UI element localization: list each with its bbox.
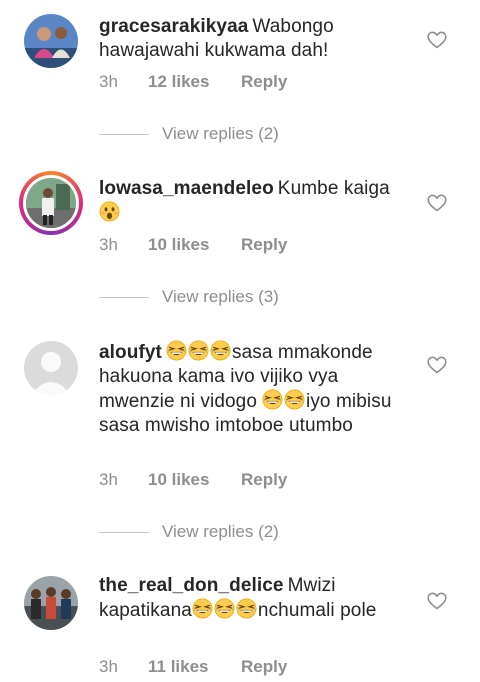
grinning-squinting-face-emoji-icon xyxy=(166,340,187,361)
comment-body-continued: nchumali pole xyxy=(257,600,377,621)
profile-photo-icon xyxy=(26,178,76,228)
like-heart-icon[interactable] xyxy=(427,356,447,374)
timestamp: 3h xyxy=(99,470,118,489)
grinning-squinting-face-emoji-icon xyxy=(262,389,283,410)
timestamp: 3h xyxy=(99,72,118,91)
reply-button[interactable]: Reply xyxy=(241,656,287,678)
grinning-squinting-face-emoji-icon xyxy=(214,598,235,619)
grinning-squinting-face-emoji-icon xyxy=(284,389,305,410)
astonished-face-emoji-icon xyxy=(99,201,120,222)
timestamp: 3h xyxy=(99,235,118,254)
reply-button[interactable]: Reply xyxy=(241,71,287,93)
grinning-squinting-face-emoji-icon xyxy=(236,598,257,619)
reply-button[interactable]: Reply xyxy=(241,469,287,491)
likes-count[interactable]: 12 likes xyxy=(148,71,209,93)
view-replies-label[interactable]: View replies (3) xyxy=(162,286,279,308)
avatar[interactable] xyxy=(24,576,78,630)
timestamp: 3h xyxy=(99,657,118,676)
default-avatar-icon xyxy=(24,341,78,395)
username[interactable]: the_real_don_delice xyxy=(99,575,284,596)
likes-count[interactable]: 10 likes xyxy=(148,469,209,491)
avatar-story-ring[interactable] xyxy=(19,171,83,235)
username[interactable]: aloufyt xyxy=(99,342,162,363)
profile-photo-icon xyxy=(24,14,78,68)
view-replies-label[interactable]: View replies (2) xyxy=(162,521,279,543)
grinning-squinting-face-emoji-icon xyxy=(188,340,209,361)
comment-text: lowasa_maendeleo Kumbe kaiga xyxy=(99,177,417,226)
comment-text: aloufyt sasa mmakonde hakuona kama ivo vi… xyxy=(99,340,417,438)
group-photo-icon xyxy=(24,576,78,630)
view-replies-label[interactable]: View replies (2) xyxy=(162,123,279,145)
likes-count[interactable]: 10 likes xyxy=(148,234,209,256)
reply-button[interactable]: Reply xyxy=(241,234,287,256)
like-heart-icon[interactable] xyxy=(427,31,447,49)
comment-text: gracesarakikyaa Wabongo hawajawahi kukwam… xyxy=(99,15,417,63)
grinning-squinting-face-emoji-icon xyxy=(192,598,213,619)
like-heart-icon[interactable] xyxy=(427,194,447,212)
divider-line xyxy=(99,297,149,298)
divider-line xyxy=(99,532,149,533)
username[interactable]: gracesarakikyaa xyxy=(99,16,248,37)
username[interactable]: lowasa_maendeleo xyxy=(99,178,274,199)
like-heart-icon[interactable] xyxy=(427,592,447,610)
comment-body: Kumbe kaiga xyxy=(277,178,390,199)
comment-text: the_real_don_delice Mwizi kapatikana nchum… xyxy=(99,574,417,623)
likes-count[interactable]: 11 likes xyxy=(148,656,209,678)
avatar[interactable] xyxy=(24,14,78,68)
divider-line xyxy=(99,134,149,135)
avatar[interactable] xyxy=(24,341,78,395)
grinning-squinting-face-emoji-icon xyxy=(210,340,231,361)
